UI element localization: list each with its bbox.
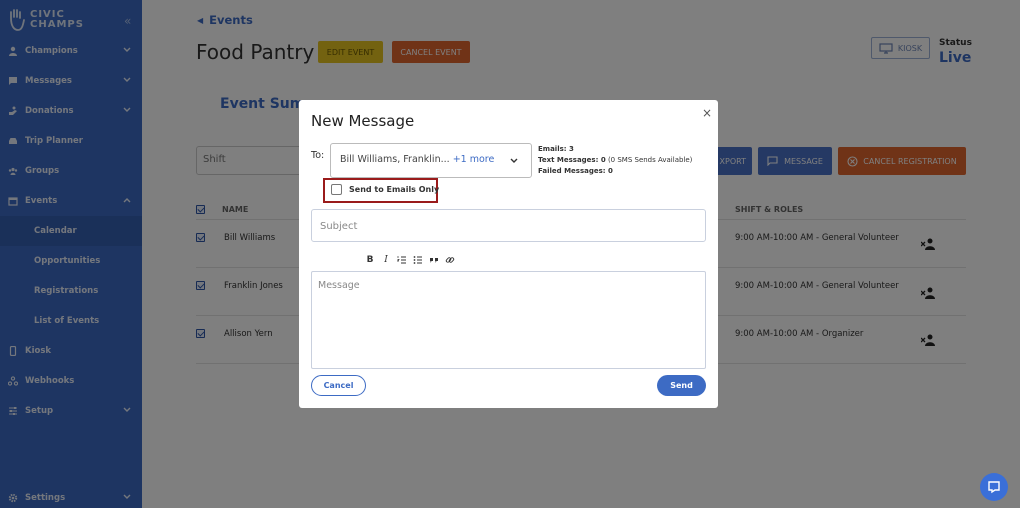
dialog-title: New Message	[311, 112, 415, 130]
chat-support-button[interactable]	[980, 473, 1008, 501]
cancel-button[interactable]: Cancel	[311, 375, 366, 396]
message-textarea[interactable]: Message	[311, 271, 706, 369]
recipients-value: Bill Williams, Franklin...	[340, 154, 450, 165]
close-icon[interactable]: ×	[702, 106, 712, 120]
send-button[interactable]: Send	[657, 375, 706, 396]
bold-button[interactable]: B	[365, 255, 375, 265]
chat-icon	[988, 481, 1000, 494]
send-to-emails-only-label[interactable]: Send to Emails Only	[349, 185, 439, 194]
ordered-list-icon[interactable]	[397, 255, 407, 265]
recipients-select[interactable]: Bill Williams, Franklin... +1 more	[330, 143, 532, 178]
send-to-emails-only-checkbox[interactable]	[331, 184, 342, 195]
quote-icon[interactable]	[429, 255, 439, 265]
text-messages-count: Text Messages: 0	[538, 156, 606, 164]
chevron-down-icon	[510, 158, 518, 163]
emails-count: Emails: 3	[538, 145, 574, 153]
subject-input[interactable]: Subject	[311, 209, 706, 242]
to-label: To:	[311, 150, 325, 161]
failed-messages-count: Failed Messages: 0	[538, 167, 613, 175]
send-stats: Emails: 3 Text Messages: 0 (0 SMS Sends …	[538, 144, 692, 177]
editor-toolbar: B I	[365, 255, 455, 265]
link-icon[interactable]	[445, 255, 455, 265]
italic-button[interactable]: I	[381, 255, 391, 265]
more-recipients-link[interactable]: +1 more	[453, 154, 495, 165]
sms-note: (0 SMS Sends Available)	[607, 156, 693, 164]
new-message-dialog: New Message × To: Bill Williams, Frankli…	[299, 100, 718, 408]
bullet-list-icon[interactable]	[413, 255, 423, 265]
